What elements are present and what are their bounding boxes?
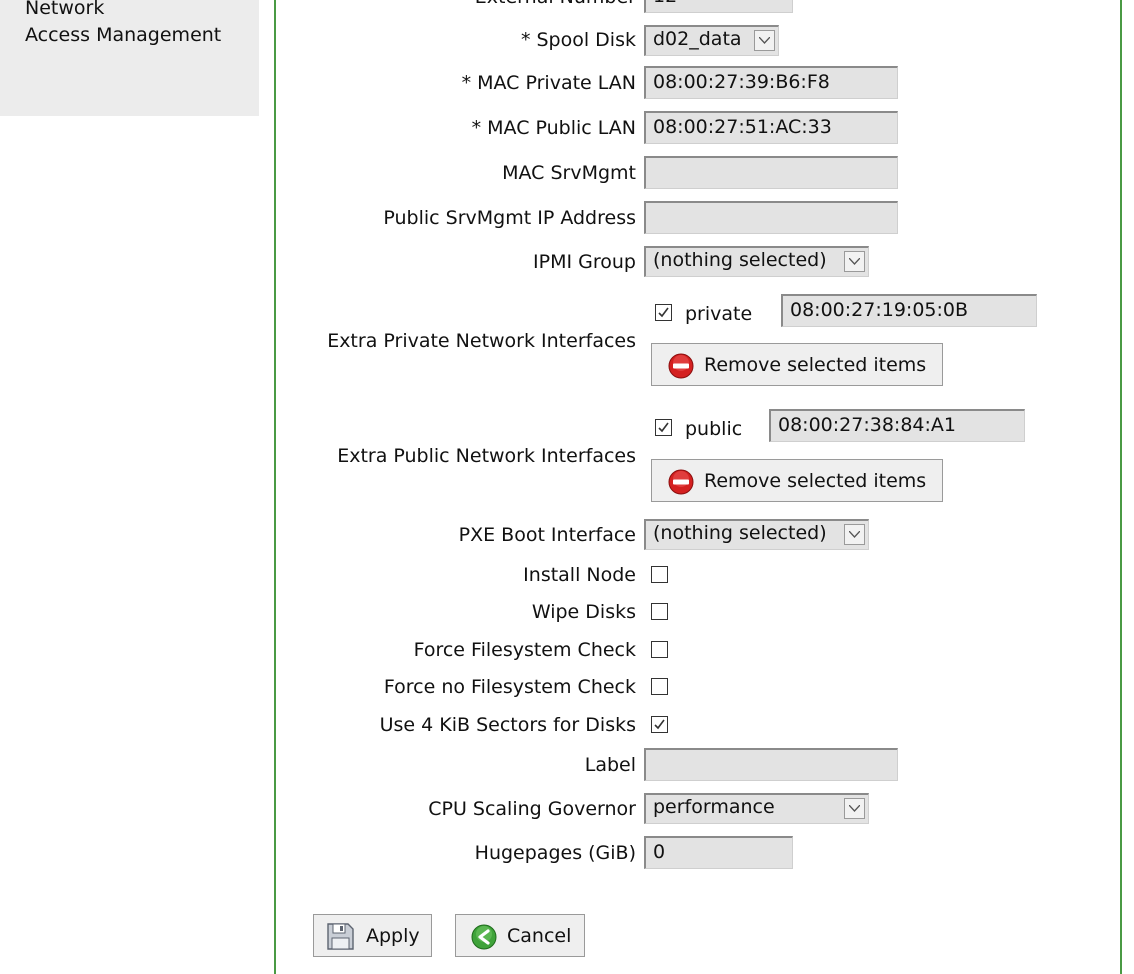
remove-public-items-label: Remove selected items — [704, 470, 927, 492]
sidebar: Network Access Management — [0, 0, 259, 116]
mac-private-lan-field[interactable]: 08:00:27:39:B6:F8 — [644, 66, 898, 99]
ipmi-group-value: (nothing selected) — [653, 249, 827, 271]
hugepages-label: Hugepages (GiB) — [474, 842, 636, 864]
extra-public-interfaces-label: Extra Public Network Interfaces — [337, 445, 636, 467]
public-srvmgmt-ip-label: Public SrvMgmt IP Address — [383, 207, 636, 229]
private-interface-mac-field[interactable]: 08:00:27:19:05:0B — [781, 294, 1037, 327]
use-4k-sectors-label: Use 4 KiB Sectors for Disks — [379, 714, 636, 736]
wipe-disks-checkbox[interactable] — [651, 603, 668, 620]
sidebar-item-network[interactable]: Network — [25, 0, 104, 19]
force-fs-check-label: Force Filesystem Check — [413, 639, 636, 661]
public-interface-label: public — [685, 418, 743, 440]
panel-border — [1120, 0, 1122, 974]
install-node-checkbox[interactable] — [651, 566, 668, 583]
remove-private-items-label: Remove selected items — [704, 354, 927, 376]
private-interface-checkbox[interactable] — [655, 304, 672, 321]
public-interface-checkbox[interactable] — [655, 419, 672, 436]
wipe-disks-label: Wipe Disks — [531, 601, 636, 623]
mac-private-lan-label: * MAC Private LAN — [461, 72, 636, 94]
ipmi-group-select[interactable]: (nothing selected) — [644, 246, 869, 277]
chevron-down-icon — [844, 251, 865, 272]
hugepages-field[interactable]: 0 — [644, 836, 793, 869]
remove-icon — [668, 353, 694, 384]
force-fs-check-checkbox[interactable] — [651, 641, 668, 658]
remove-public-items-button[interactable]: Remove selected items — [651, 459, 943, 502]
chevron-down-icon — [844, 798, 865, 819]
spool-disk-value: d02_data — [653, 28, 742, 50]
floppy-disk-icon — [325, 921, 355, 956]
install-node-label: Install Node — [523, 564, 636, 586]
panel-border — [274, 0, 276, 974]
cpu-governor-label: CPU Scaling Governor — [428, 798, 636, 820]
external-number-label: External Number — [475, 0, 636, 8]
spool-disk-label: * Spool Disk — [520, 29, 636, 51]
pxe-boot-interface-select[interactable]: (nothing selected) — [644, 519, 869, 550]
back-arrow-icon — [471, 924, 497, 955]
force-no-fs-check-checkbox[interactable] — [651, 678, 668, 695]
external-number-field[interactable]: 12 — [644, 0, 793, 13]
mac-public-lan-label: * MAC Public LAN — [471, 117, 636, 139]
cpu-governor-select[interactable]: performance — [644, 793, 869, 824]
cpu-governor-value: performance — [653, 796, 775, 818]
cancel-label: Cancel — [507, 925, 572, 947]
remove-private-items-button[interactable]: Remove selected items — [651, 343, 943, 386]
apply-label: Apply — [366, 925, 420, 947]
remove-icon — [668, 469, 694, 500]
mac-srvmgmt-field[interactable] — [644, 156, 898, 189]
label-field-label: Label — [584, 754, 636, 776]
pxe-boot-interface-label: PXE Boot Interface — [458, 524, 636, 546]
extra-private-interfaces-label: Extra Private Network Interfaces — [327, 330, 636, 352]
use-4k-sectors-checkbox[interactable] — [651, 716, 668, 733]
sidebar-item-access-management[interactable]: Access Management — [25, 24, 221, 46]
spool-disk-select[interactable]: d02_data — [644, 25, 779, 56]
pxe-boot-interface-value: (nothing selected) — [653, 522, 827, 544]
public-srvmgmt-ip-field[interactable] — [644, 201, 898, 234]
chevron-down-icon — [754, 30, 775, 51]
mac-public-lan-field[interactable]: 08:00:27:51:AC:33 — [644, 111, 898, 144]
cancel-button[interactable]: Cancel — [455, 914, 585, 957]
chevron-down-icon — [844, 524, 865, 545]
private-interface-label: private — [685, 303, 753, 325]
mac-srvmgmt-label: MAC SrvMgmt — [502, 162, 636, 184]
label-field[interactable] — [644, 748, 898, 781]
ipmi-group-label: IPMI Group — [533, 251, 636, 273]
force-no-fs-check-label: Force no Filesystem Check — [383, 676, 636, 698]
public-interface-mac-field[interactable]: 08:00:27:38:84:A1 — [769, 409, 1025, 442]
apply-button[interactable]: Apply — [313, 914, 432, 957]
